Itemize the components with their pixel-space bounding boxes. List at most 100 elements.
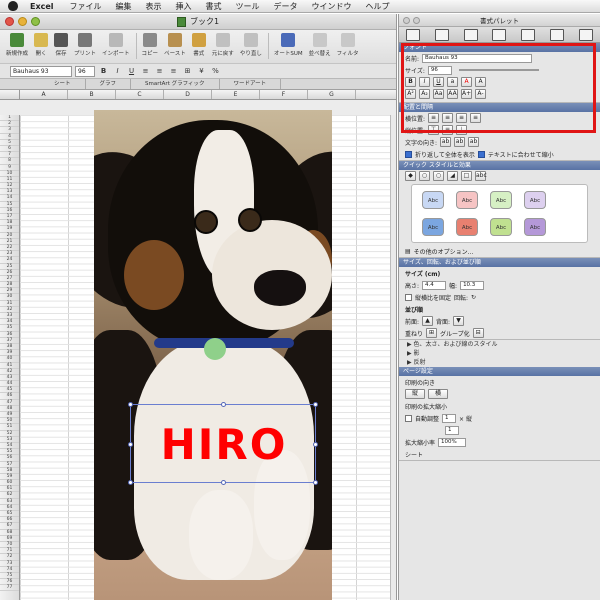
column-header[interactable]: C (116, 90, 164, 99)
font-name-field[interactable]: Bauhaus 93 (422, 53, 533, 63)
collapsed-section-line[interactable]: ▶ 色、太さ、および線のスタイル (399, 340, 600, 349)
style-3d-icon[interactable]: □ (461, 171, 472, 181)
quick-style-swatch[interactable]: Abc (456, 191, 478, 209)
bold-button[interactable]: B (98, 66, 109, 77)
quick-style-swatch[interactable]: Abc (524, 191, 546, 209)
resize-handle[interactable] (221, 402, 226, 407)
tab-chart[interactable]: グラフ (86, 79, 132, 89)
percent-button[interactable]: % (210, 66, 221, 77)
text-direction-icon[interactable]: ab (468, 137, 480, 147)
close-button[interactable] (5, 17, 14, 26)
paste-button[interactable]: ペースト (164, 33, 186, 57)
align-left-icon[interactable]: ≡ (428, 113, 440, 123)
subscript-button[interactable]: A₂ (419, 89, 430, 99)
width-field[interactable]: 10.3 (460, 280, 485, 290)
grow-font-button[interactable]: A+ (461, 89, 472, 99)
tab-projects-icon[interactable] (578, 28, 593, 41)
tab-reference-icon[interactable] (521, 28, 536, 41)
all-caps-button[interactable]: AA (447, 89, 458, 99)
font-color-button[interactable]: A (461, 77, 472, 87)
zoom-field[interactable]: 100% (438, 437, 467, 447)
vertical-scrollbar[interactable] (390, 115, 396, 600)
landscape-button[interactable]: 横 (428, 389, 448, 399)
undo-button[interactable]: 元に戻す (212, 33, 234, 57)
height-field[interactable]: 4.4 (422, 280, 447, 290)
size-rotation-header[interactable]: サイズ、回転、および並び順 (399, 258, 600, 267)
column-header[interactable]: A (20, 90, 68, 99)
resize-handle[interactable] (313, 402, 318, 407)
palette-minimize-button[interactable] (413, 17, 420, 24)
quick-style-swatch[interactable]: Abc (524, 218, 546, 236)
quick-style-swatch[interactable]: Abc (490, 191, 512, 209)
open-button[interactable]: 開く (34, 33, 49, 57)
group-button[interactable]: グループ化 (440, 329, 470, 338)
wrap-text-checkbox[interactable] (405, 150, 412, 158)
align-left-icon[interactable]: ≡ (140, 66, 151, 77)
textbox-text[interactable]: HIRO (131, 405, 317, 484)
align-middle-icon[interactable]: ≡ (442, 125, 454, 135)
menu-insert[interactable]: 挿入 (176, 1, 192, 12)
quick-style-swatch[interactable]: Abc (422, 218, 444, 236)
lock-aspect-checkbox[interactable] (405, 293, 412, 301)
quick-style-swatch[interactable]: Abc (422, 191, 444, 209)
apple-icon[interactable] (8, 1, 18, 11)
align-right-icon[interactable]: ≡ (456, 113, 468, 123)
bring-forward-icon[interactable]: ▲ (422, 316, 434, 326)
shrink-to-fit-checkbox[interactable] (477, 150, 485, 158)
fit-height-field[interactable]: 1 (445, 425, 459, 435)
font-section-header[interactable]: フォント (399, 43, 600, 52)
strikethrough-button[interactable]: a (447, 77, 458, 87)
puppy-photo[interactable] (94, 110, 332, 600)
font-size-select[interactable]: 96 (75, 65, 95, 77)
copy-button[interactable]: コピー (142, 33, 158, 57)
menu-data[interactable]: データ (274, 1, 298, 12)
tab-toolbox-icon[interactable] (549, 28, 564, 41)
more-options-link[interactable]: その他のオプション... (414, 247, 474, 256)
column-header[interactable]: D (164, 90, 212, 99)
style-glow-icon[interactable]: ○ (433, 171, 444, 181)
font-name-select[interactable]: Bauhaus 93 (10, 65, 72, 77)
quick-style-swatch[interactable]: Abc (490, 218, 512, 236)
import-button[interactable]: インポート (102, 33, 130, 57)
underline-button[interactable]: U (126, 66, 137, 77)
collapsed-section-reflection[interactable]: ▶ 反射 (399, 358, 600, 367)
justify-icon[interactable]: ≡ (470, 113, 482, 123)
collapsed-section-shadow[interactable]: ▶ 影 (399, 349, 600, 358)
style-reflect-icon[interactable]: ◢ (447, 171, 458, 181)
redo-button[interactable]: やり直し (240, 33, 262, 57)
send-backward-icon[interactable]: ▼ (453, 316, 465, 326)
sort-button[interactable]: 並べ替え (309, 33, 331, 57)
tab-object-palette-icon[interactable] (435, 28, 450, 41)
menu-tools[interactable]: ツール (236, 1, 260, 12)
row-header[interactable]: 77 (0, 585, 19, 592)
menu-file[interactable]: ファイル (70, 1, 102, 12)
tab-sheet[interactable]: シート (40, 79, 86, 89)
menu-help[interactable]: ヘルプ (366, 1, 390, 12)
portrait-button[interactable]: 縦 (405, 389, 425, 399)
style-text-icon[interactable]: abc (475, 171, 487, 181)
menu-edit[interactable]: 編集 (116, 1, 132, 12)
resize-handle[interactable] (128, 402, 133, 407)
palette-underline-button[interactable]: U (433, 77, 444, 87)
resize-handle[interactable] (128, 442, 133, 447)
italic-button[interactable]: I (112, 66, 123, 77)
text-direction-icon[interactable]: ab (440, 137, 452, 147)
minimize-button[interactable] (18, 17, 27, 26)
align-center-icon[interactable]: ≡ (442, 113, 454, 123)
column-header[interactable]: F (260, 90, 308, 99)
quick-styles-header[interactable]: クイック スタイルと効果 (399, 161, 600, 170)
resize-handle[interactable] (313, 480, 318, 485)
filter-button[interactable]: フィルタ (337, 33, 359, 57)
tab-wordart[interactable]: ワードアート (220, 79, 282, 89)
tab-scrapbook-icon[interactable] (492, 28, 507, 41)
text-direction-icon[interactable]: ab (454, 137, 466, 147)
select-all-corner[interactable] (0, 90, 20, 99)
rotate-icon[interactable]: ↻ (471, 294, 476, 301)
format-painter-button[interactable]: 書式 (191, 33, 206, 57)
column-header[interactable]: E (212, 90, 260, 99)
align-center-icon[interactable]: ≡ (154, 66, 165, 77)
align-top-icon[interactable]: ⊤ (428, 125, 440, 135)
font-size-field[interactable]: 96 (427, 65, 452, 75)
new-button[interactable]: 新規作成 (6, 33, 28, 57)
resize-handle[interactable] (221, 480, 226, 485)
